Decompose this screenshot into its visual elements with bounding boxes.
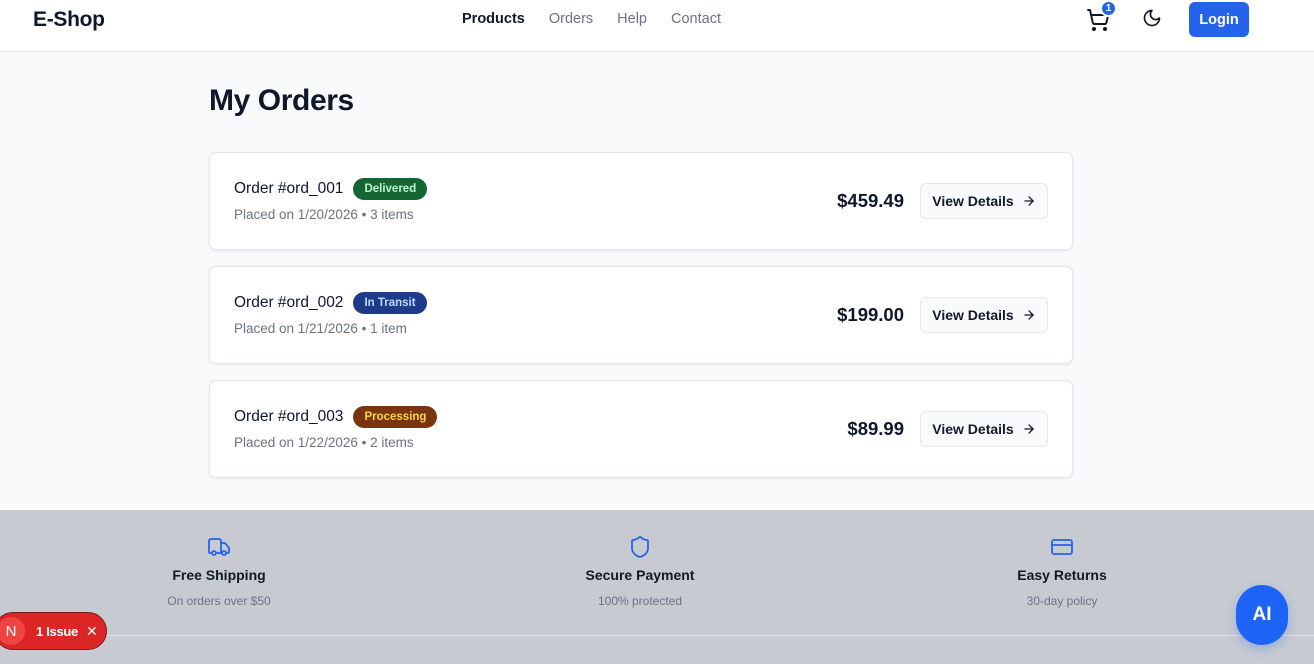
order-card: Order #ord_002 In Transit Placed on 1/21… [209, 266, 1073, 364]
footer-divider [0, 635, 1314, 636]
view-details-label: View Details [932, 193, 1014, 209]
order-total: $199.00 [837, 304, 904, 325]
feature-easy-returns: Easy Returns 30-day policy [942, 535, 1182, 608]
feature-title: Secure Payment [585, 567, 695, 583]
nav-link-contact[interactable]: Contact [671, 11, 721, 27]
credit-card-icon [1050, 535, 1074, 559]
shield-icon [628, 535, 652, 559]
view-details-button[interactable]: View Details [920, 183, 1048, 219]
issues-count-label: 1 Issue [36, 623, 78, 639]
feature-title: Easy Returns [1017, 567, 1107, 583]
order-card: Order #ord_003 Processing Placed on 1/22… [209, 380, 1073, 478]
ai-assistant-button[interactable]: AI [1236, 585, 1288, 645]
feature-desc: 30-day policy [1026, 594, 1098, 608]
next-logo-icon: N [0, 617, 25, 645]
status-badge: Processing [353, 406, 438, 428]
nav-link-help[interactable]: Help [617, 11, 647, 27]
order-id: Order #ord_001 [234, 180, 344, 197]
order-total: $89.99 [847, 418, 904, 439]
order-meta: Placed on 1/21/2026 • 1 item [234, 321, 407, 336]
feature-secure-payment: Secure Payment 100% protected [520, 535, 760, 608]
nav-link-products[interactable]: Products [462, 11, 525, 27]
cart-count-badge: 1 [1100, 0, 1117, 17]
view-details-label: View Details [932, 307, 1014, 323]
login-button[interactable]: Login [1189, 2, 1249, 37]
issues-badge[interactable]: N 1 Issue ✕ [0, 612, 107, 650]
order-total: $459.49 [837, 190, 904, 211]
feature-title: Free Shipping [172, 567, 266, 583]
order-header: Order #ord_003 Processing [234, 406, 438, 428]
site-logo[interactable]: E-Shop [33, 8, 105, 32]
page-title: My Orders [209, 84, 354, 117]
arrow-right-icon [1023, 310, 1034, 320]
order-header: Order #ord_002 In Transit [234, 292, 427, 314]
truck-icon [207, 535, 231, 559]
features-bar: Free Shipping On orders over $50 Secure … [0, 510, 1314, 664]
status-badge: Delivered [353, 178, 428, 200]
close-icon[interactable]: ✕ [86, 623, 98, 640]
order-card: Order #ord_001 Delivered Placed on 1/20/… [209, 152, 1073, 250]
status-badge: In Transit [353, 292, 427, 314]
feature-desc: On orders over $50 [167, 594, 271, 608]
order-id: Order #ord_003 [234, 408, 344, 425]
view-details-button[interactable]: View Details [920, 297, 1048, 333]
feature-desc: 100% protected [597, 594, 683, 608]
arrow-right-icon [1023, 424, 1034, 434]
order-meta: Placed on 1/22/2026 • 2 items [234, 435, 414, 450]
nav-link-orders[interactable]: Orders [549, 11, 593, 27]
view-details-label: View Details [932, 421, 1014, 437]
order-meta: Placed on 1/20/2026 • 3 items [234, 207, 414, 222]
site-header: E-Shop Products Orders Help Contact 1 Lo… [0, 0, 1314, 52]
arrow-right-icon [1023, 196, 1034, 206]
feature-free-shipping: Free Shipping On orders over $50 [99, 535, 339, 608]
main-nav: Products Orders Help Contact [462, 11, 721, 27]
moon-icon[interactable] [1142, 8, 1164, 30]
order-id: Order #ord_002 [234, 294, 344, 311]
order-header: Order #ord_001 Delivered [234, 178, 428, 200]
view-details-button[interactable]: View Details [920, 411, 1048, 447]
